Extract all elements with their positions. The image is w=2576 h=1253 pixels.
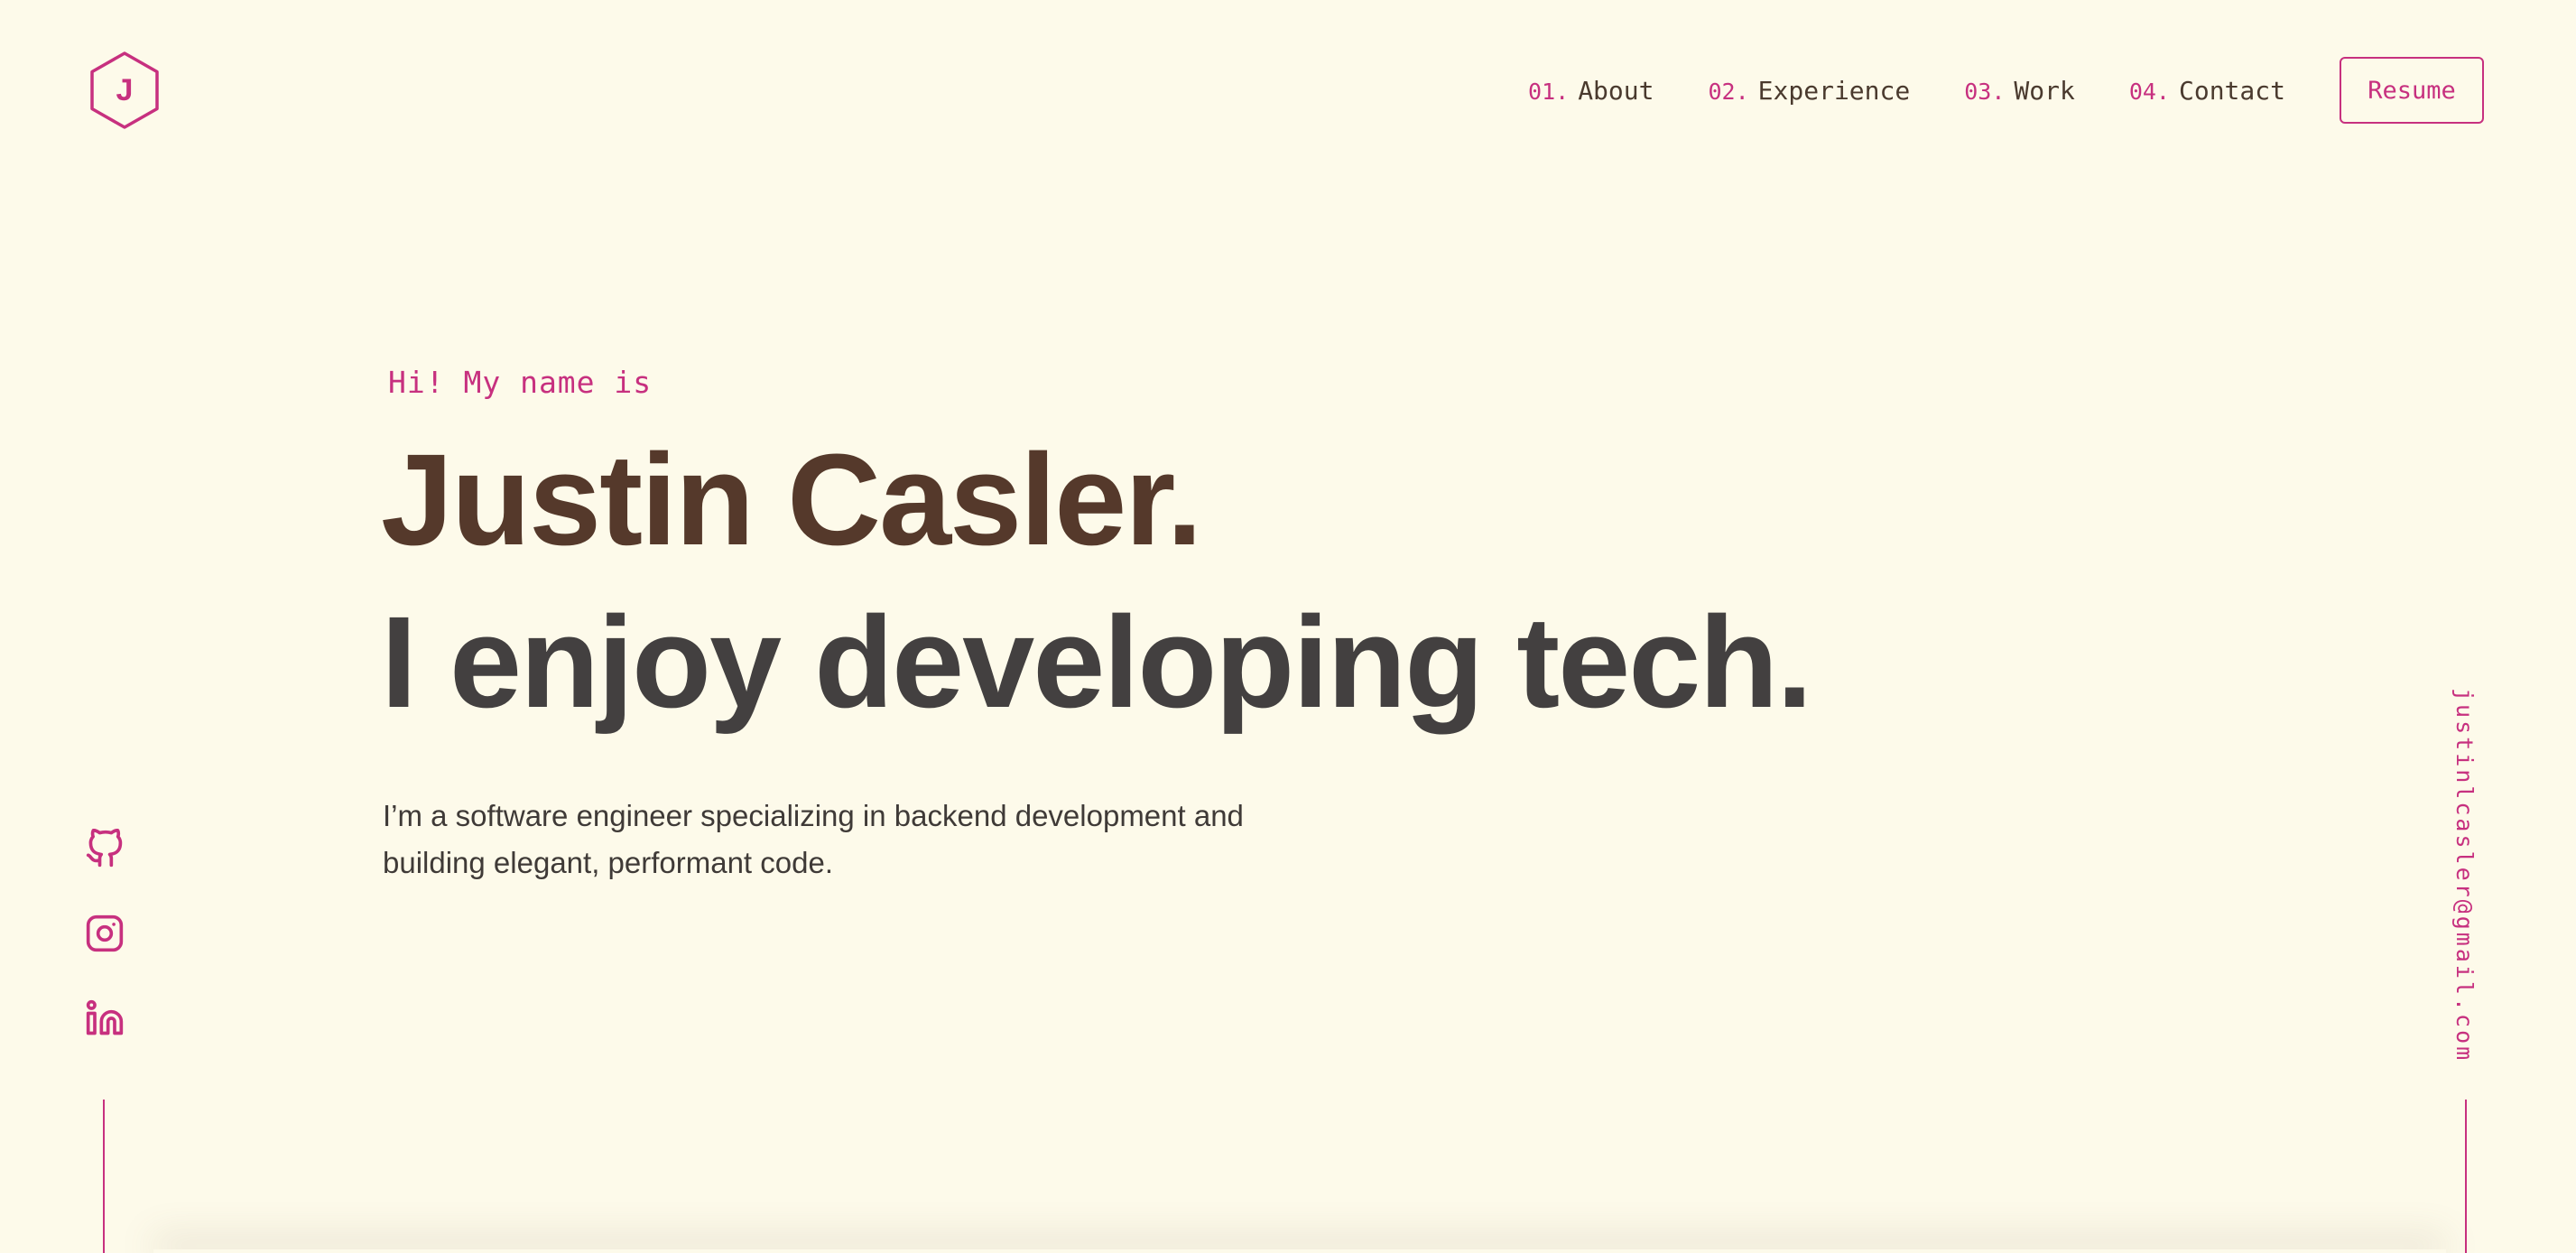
github-icon xyxy=(86,829,123,868)
nav-item-experience[interactable]: 02. Experience xyxy=(1709,76,1911,106)
logo-link[interactable]: J xyxy=(88,51,161,130)
main-nav: 01. About 02. Experience 03. Work 04. Co… xyxy=(1528,56,2484,125)
linkedin-link[interactable] xyxy=(85,998,125,1038)
logo-letter: J xyxy=(116,72,134,107)
nav-item-work[interactable]: 03. Work xyxy=(1964,76,2075,106)
github-link[interactable] xyxy=(85,829,125,868)
instagram-icon xyxy=(86,914,124,952)
nav-item-label: About xyxy=(1578,75,1654,106)
left-rail-line xyxy=(103,1100,105,1253)
nav-item-number: 03. xyxy=(1964,78,2006,105)
content-card-edge xyxy=(153,1249,2446,1253)
hero-tagline: I enjoy developing tech. xyxy=(381,589,1812,735)
instagram-link[interactable] xyxy=(85,914,125,953)
nav-item-about[interactable]: 01. About xyxy=(1528,76,1654,106)
hero-greeting: Hi! My name is xyxy=(388,365,653,400)
email-link[interactable]: justinlcasler@gmail.com xyxy=(2451,688,2478,1063)
nav-item-label: Contact xyxy=(2178,75,2285,106)
resume-button[interactable]: Resume xyxy=(2340,57,2484,124)
nav-item-label: Experience xyxy=(1757,75,1911,106)
linkedin-icon xyxy=(86,999,124,1035)
nav-item-contact[interactable]: 04. Contact xyxy=(2129,76,2285,106)
hero-name: Justin Casler. xyxy=(381,427,1202,572)
nav-item-number: 01. xyxy=(1528,78,1570,105)
nav-item-label: Work xyxy=(2014,75,2075,106)
right-rail-line xyxy=(2465,1100,2467,1253)
nav-item-number: 04. xyxy=(2128,78,2170,105)
nav-item-number: 02. xyxy=(1708,78,1749,105)
hero-description: I’m a software engineer specializing in … xyxy=(383,799,1244,879)
social-links xyxy=(85,829,125,1083)
